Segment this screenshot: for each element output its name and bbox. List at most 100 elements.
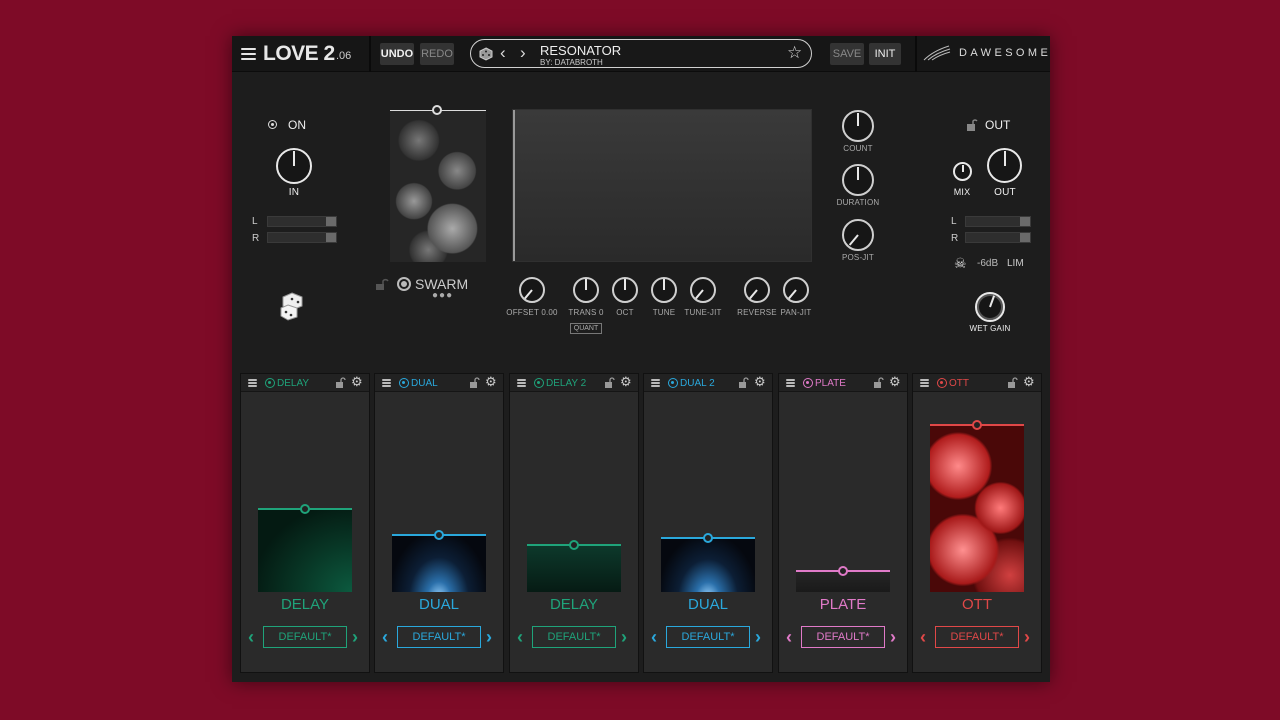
fx-gear-icon[interactable]: ⚙ [351, 374, 363, 390]
fx-menu-icon[interactable] [651, 379, 660, 387]
plugin-window: LOVE 2 .06 UNDO REDO ‹ › RESONATOR BY: D… [232, 36, 1050, 682]
limiter-label[interactable]: LIM [1007, 258, 1024, 269]
fx-gear-icon[interactable]: ⚙ [889, 374, 901, 390]
fx-gear-icon[interactable]: ⚙ [1023, 374, 1035, 390]
oct-knob[interactable] [612, 277, 638, 303]
fx-power-toggle[interactable] [803, 378, 813, 388]
fx-preset-selector[interactable]: DEFAULT* [397, 626, 481, 648]
mix-knob[interactable] [953, 162, 972, 181]
fx-amount-handle[interactable] [838, 566, 848, 576]
fx-unlock-icon[interactable] [335, 377, 346, 389]
fx-menu-icon[interactable] [517, 379, 526, 387]
fx-next-preset-icon[interactable]: › [621, 626, 627, 648]
fx-visual[interactable] [258, 508, 352, 592]
fx-prev-preset-icon[interactable]: ‹ [248, 626, 254, 648]
fx-unlock-icon[interactable] [738, 377, 749, 389]
fx-prev-preset-icon[interactable]: ‹ [517, 626, 523, 648]
trans-knob[interactable] [573, 277, 599, 303]
fx-next-preset-icon[interactable]: › [486, 626, 492, 648]
fx-prev-preset-icon[interactable]: ‹ [920, 626, 926, 648]
waveform-display[interactable] [512, 109, 812, 262]
engine-more-icon[interactable]: ●●● [432, 290, 453, 301]
dice-icon[interactable] [479, 47, 493, 61]
fx-preset-selector[interactable]: DEFAULT* [666, 626, 750, 648]
quant-toggle[interactable]: QUANT [570, 323, 602, 334]
gain-db-value: -6dB [977, 258, 999, 269]
input-knob[interactable] [276, 148, 312, 184]
count-label: COUNT [843, 144, 873, 153]
fx-unlock-icon[interactable] [604, 377, 615, 389]
favorite-star-icon[interactable]: ☆ [787, 43, 802, 63]
fx-amount-handle[interactable] [703, 533, 713, 543]
main-menu-icon[interactable] [241, 48, 256, 60]
preset-name: RESONATOR [540, 43, 622, 58]
unlock-icon[interactable] [375, 277, 389, 291]
fx-menu-icon[interactable] [248, 379, 257, 387]
fx-menu-icon[interactable] [382, 379, 391, 387]
preset-browser[interactable]: ‹ › RESONATOR BY: DATABROTH ☆ [470, 39, 812, 68]
fx-visual[interactable] [661, 537, 755, 592]
fx-power-toggle[interactable] [668, 378, 678, 388]
redo-button[interactable]: REDO [420, 43, 454, 65]
fx-gear-icon[interactable]: ⚙ [620, 374, 632, 390]
fx-gear-icon[interactable]: ⚙ [754, 374, 766, 390]
fx-prev-preset-icon[interactable]: ‹ [382, 626, 388, 648]
undo-button[interactable]: UNDO [380, 43, 414, 65]
count-knob[interactable] [842, 110, 874, 142]
fx-amount-handle[interactable] [434, 530, 444, 540]
fx-preset-selector[interactable]: DEFAULT* [935, 626, 1019, 648]
fx-unlock-icon[interactable] [469, 377, 480, 389]
fx-prev-preset-icon[interactable]: ‹ [786, 626, 792, 648]
pos-jit-knob[interactable] [842, 219, 874, 251]
prev-preset-icon[interactable]: ‹ [500, 43, 506, 63]
tune-knob[interactable] [651, 277, 677, 303]
fx-next-preset-icon[interactable]: › [1024, 626, 1030, 648]
engine-image-handle[interactable] [432, 105, 442, 115]
fx-power-toggle[interactable] [937, 378, 947, 388]
offset-knob[interactable] [519, 277, 545, 303]
next-preset-icon[interactable]: › [520, 43, 526, 63]
fx-preset-selector[interactable]: DEFAULT* [263, 626, 347, 648]
out-unlock-icon[interactable] [966, 118, 978, 132]
fx-gear-icon[interactable]: ⚙ [485, 374, 497, 390]
engine-toggle[interactable] [397, 277, 411, 291]
fx-preset-selector[interactable]: DEFAULT* [532, 626, 616, 648]
init-button[interactable]: INIT [869, 43, 901, 65]
fx-slot-name: PLATE [815, 378, 846, 389]
wet-gain-knob[interactable] [975, 292, 1005, 322]
pan-jit-knob[interactable] [783, 277, 809, 303]
fx-visual[interactable] [527, 544, 621, 592]
fx-amount-handle[interactable] [569, 540, 579, 550]
divider [369, 36, 371, 72]
fx-visual[interactable] [930, 424, 1024, 592]
mix-label: MIX [953, 187, 971, 197]
tune-jit-knob[interactable] [690, 277, 716, 303]
fx-amount-handle[interactable] [972, 420, 982, 430]
fx-preset-selector[interactable]: DEFAULT* [801, 626, 885, 648]
input-meter-right [267, 232, 337, 243]
skull-icon[interactable]: ☠ [954, 255, 967, 272]
output-knob-label: OUT [994, 187, 1016, 198]
fx-next-preset-icon[interactable]: › [890, 626, 896, 648]
fx-next-preset-icon[interactable]: › [755, 626, 761, 648]
randomize-dice-icon[interactable] [280, 291, 308, 321]
output-knob[interactable] [987, 148, 1022, 183]
brand-name: DAWESOME [959, 47, 1052, 59]
fx-unlock-icon[interactable] [873, 377, 884, 389]
fx-visual[interactable] [392, 534, 486, 592]
save-button[interactable]: SAVE [830, 43, 864, 65]
wet-gain-label: WET GAIN [969, 324, 1011, 333]
duration-knob[interactable] [842, 164, 874, 196]
fx-menu-icon[interactable] [786, 379, 795, 387]
fx-next-preset-icon[interactable]: › [352, 626, 358, 648]
fx-unlock-icon[interactable] [1007, 377, 1018, 389]
reverse-knob[interactable] [744, 277, 770, 303]
fx-prev-preset-icon[interactable]: ‹ [651, 626, 657, 648]
power-toggle[interactable] [268, 120, 277, 129]
engine-image[interactable] [390, 110, 486, 262]
fx-power-toggle[interactable] [265, 378, 275, 388]
fx-menu-icon[interactable] [920, 379, 929, 387]
fx-amount-handle[interactable] [300, 504, 310, 514]
fx-power-toggle[interactable] [399, 378, 409, 388]
fx-power-toggle[interactable] [534, 378, 544, 388]
